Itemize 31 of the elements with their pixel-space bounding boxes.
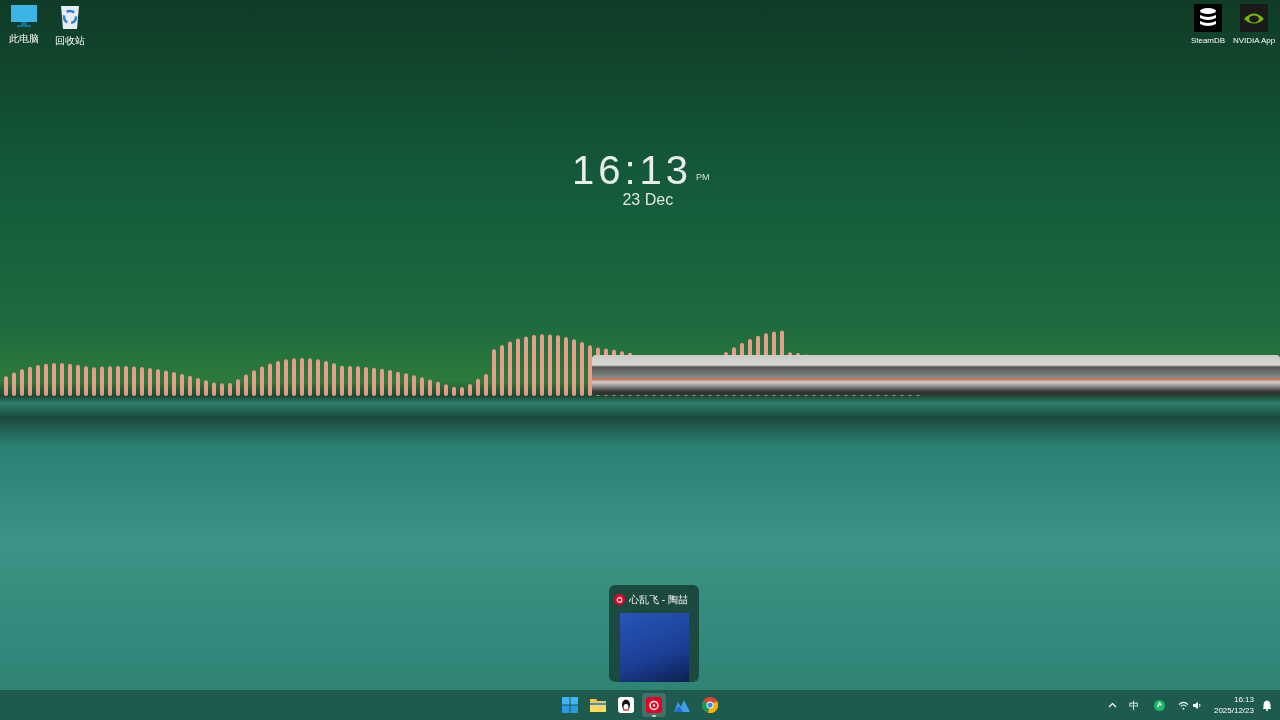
penguin-icon: [618, 697, 634, 713]
thumbnail-preview[interactable]: 心乱飞 - 陶喆: [609, 585, 699, 682]
chevron-up-icon[interactable]: [1107, 702, 1117, 708]
desktop-icon-label[interactable]: 回收站: [55, 33, 85, 48]
database-stack-icon: [1194, 4, 1222, 32]
browser-icon: [702, 697, 718, 713]
recycle-bin-icon: [58, 4, 82, 30]
desktop-icon-label[interactable]: 此电脑: [9, 31, 39, 46]
album-cover-photo: [619, 613, 689, 682]
monitor-icon: [10, 4, 38, 28]
taskbar-app-button[interactable]: [642, 693, 666, 717]
tray-date[interactable]: 2025/12/23: [1213, 705, 1254, 716]
music-app-icon: [614, 593, 625, 605]
notification-bell-icon[interactable]: [1262, 699, 1272, 711]
photos-icon: [674, 698, 690, 712]
desktop-icon-label[interactable]: SteamDB: [1190, 35, 1226, 47]
wifi-icon[interactable]: [1177, 700, 1189, 710]
windows-start-icon: [562, 697, 578, 713]
app-tray-icon[interactable]: [1153, 699, 1165, 711]
eye-logo-icon: [1240, 4, 1268, 32]
desktop-icon-label[interactable]: NVIDIA App: [1232, 35, 1276, 47]
clock-time: 16:13: [572, 150, 693, 190]
folder-icon: [590, 698, 606, 712]
tray-time[interactable]: 16:13: [1233, 694, 1254, 705]
input-method-indicator[interactable]: 中: [1128, 697, 1139, 713]
clock-date: 23 Dec: [622, 190, 674, 210]
clock-period: PM: [696, 170, 710, 184]
thumbnail-title: 心乱飞 - 陶喆: [629, 592, 688, 607]
speaker-icon[interactable]: [1191, 700, 1202, 710]
music-app-icon: [646, 697, 662, 713]
running-indicator: [652, 715, 656, 717]
